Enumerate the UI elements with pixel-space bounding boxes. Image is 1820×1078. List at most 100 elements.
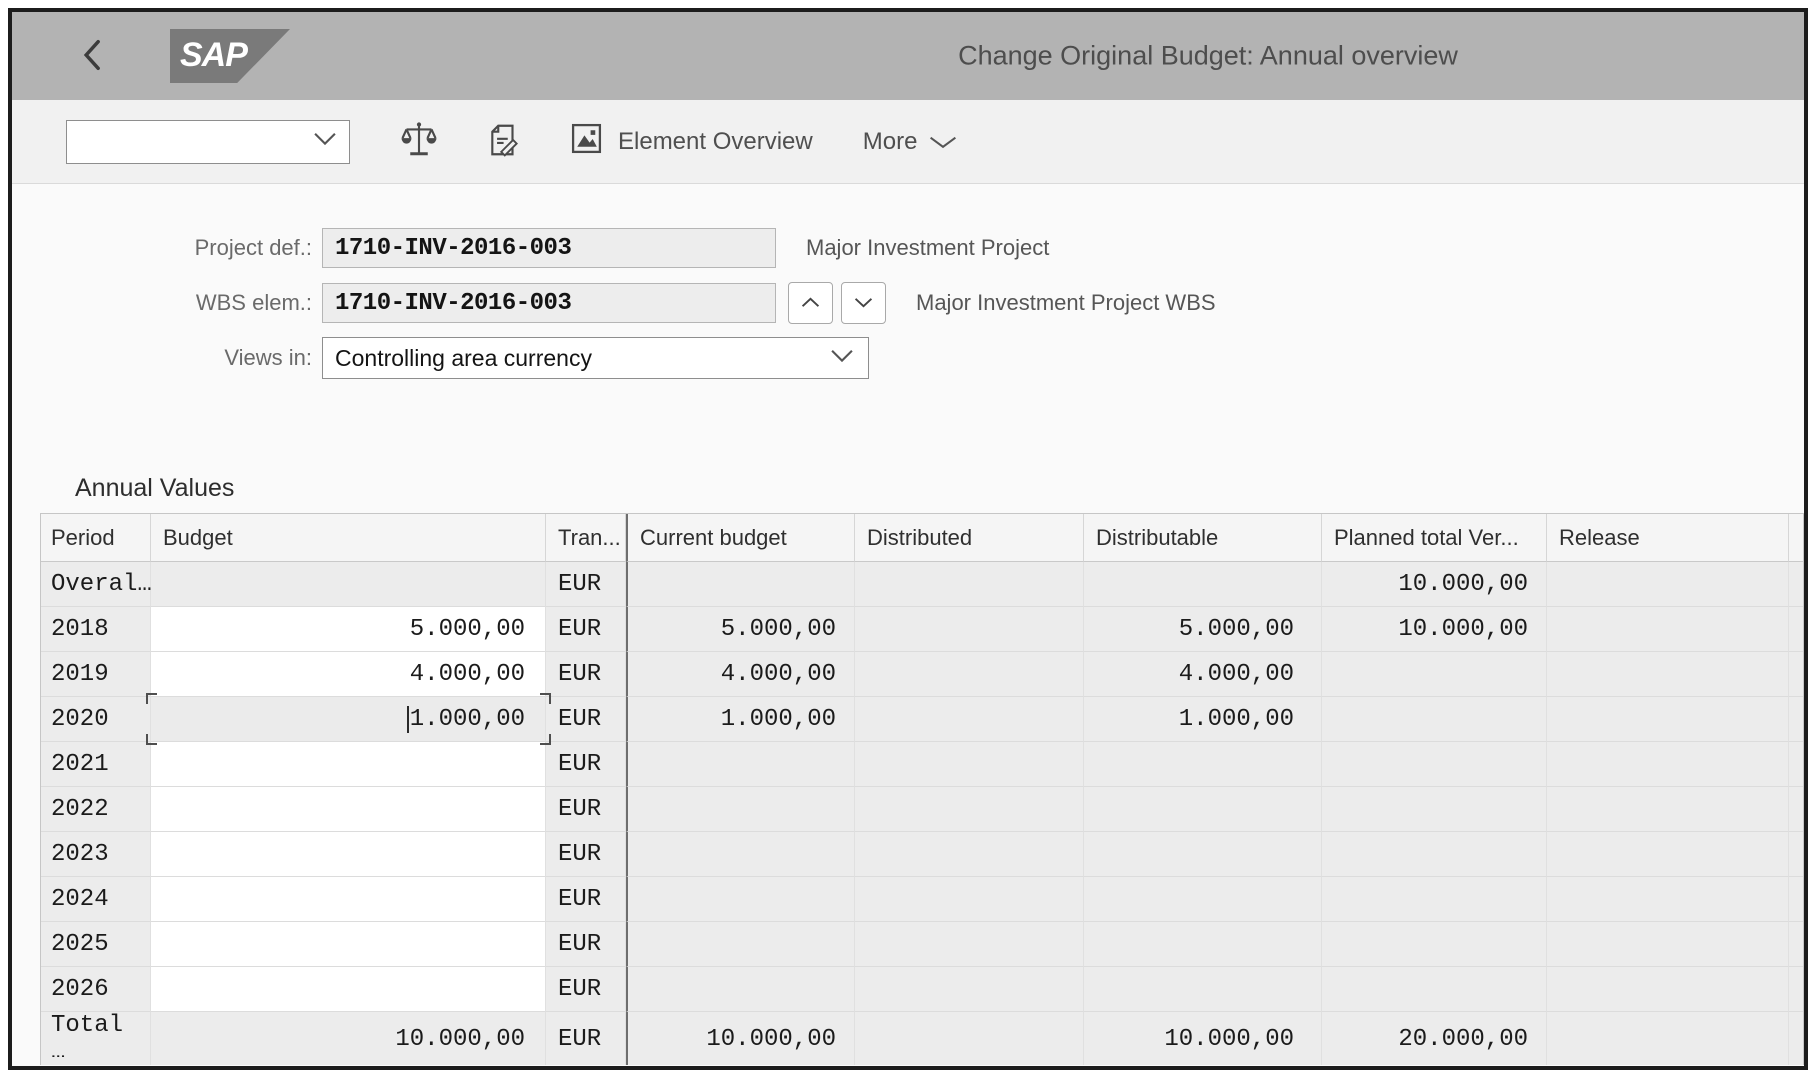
currency-cell: EUR [546, 652, 626, 697]
project-def-field[interactable]: 1710-INV-2016-003 [322, 228, 776, 268]
distributable-cell [1084, 562, 1322, 607]
period-cell[interactable]: 2024 [41, 877, 151, 922]
page-title: Change Original Budget: Annual overview [958, 41, 1458, 72]
column-header-distributed[interactable]: Distributed [855, 514, 1084, 562]
back-button[interactable] [74, 37, 108, 75]
budget-input [151, 832, 545, 876]
budget-cell[interactable]: 5.000,00 [151, 607, 546, 652]
table-row: 2024 EUR [41, 877, 1803, 922]
chevron-down-icon [830, 349, 854, 368]
release-cell [1547, 832, 1789, 877]
release-cell [1547, 967, 1789, 1012]
budget-cell[interactable]: 4.000,00 [151, 652, 546, 697]
element-overview-button[interactable]: Element Overview [570, 122, 813, 162]
more-menu-button[interactable]: More [863, 128, 958, 156]
table-row: 2020 1.000,00 EUR 1.000,00 1.000,00 [41, 697, 1803, 742]
document-edit-icon [484, 121, 522, 162]
project-def-value: 1710-INV-2016-003 [335, 235, 571, 262]
wbs-elem-description: Major Investment Project WBS [916, 290, 1216, 316]
current-budget-cell [626, 742, 855, 787]
table-row: Total … 10.000,00 EUR 10.000,00 10.000,0… [41, 1012, 1803, 1057]
distributed-cell [855, 1057, 1084, 1065]
distributed-cell [855, 832, 1084, 877]
table-row: 2023 EUR [41, 832, 1803, 877]
period-cell[interactable]: 2020 [41, 697, 151, 742]
wbs-elem-field[interactable]: 1710-INV-2016-003 [322, 283, 776, 323]
currency-cell: EUR [546, 607, 626, 652]
distributable-cell [1084, 832, 1322, 877]
text-caret [407, 706, 409, 733]
column-header-release[interactable]: Release [1547, 514, 1789, 562]
filler-cell [1789, 877, 1803, 922]
column-header-current-budget[interactable]: Current budget [626, 514, 855, 562]
command-combobox[interactable] [66, 120, 350, 164]
budget-cell[interactable]: 1.000,00 [151, 697, 546, 742]
budget-cell[interactable] [151, 967, 546, 1012]
distributable-cell [1084, 877, 1322, 922]
distributable-cell [1084, 967, 1322, 1012]
period-cell[interactable]: 2018 [41, 607, 151, 652]
current-budget-cell [626, 787, 855, 832]
wbs-elem-label: WBS elem.: [40, 290, 322, 316]
budget-cell [151, 1057, 546, 1065]
budget-cell[interactable] [151, 922, 546, 967]
column-header-budget[interactable]: Budget [151, 514, 546, 562]
wbs-next-button[interactable] [841, 282, 886, 324]
period-cell[interactable]: 2019 [41, 652, 151, 697]
display-change-button[interactable] [480, 119, 526, 165]
budget-input [151, 562, 545, 606]
chevron-left-icon [82, 59, 101, 74]
column-header-distributable[interactable]: Distributable [1084, 514, 1322, 562]
distributable-cell: 5.000,00 [1084, 607, 1322, 652]
currency-cell: EUR [546, 922, 626, 967]
currency-cell: EUR [546, 877, 626, 922]
current-budget-cell: 4.000,00 [626, 652, 855, 697]
period-cell[interactable]: Overal… [41, 562, 151, 607]
more-label: More [863, 128, 918, 156]
distributable-cell [1084, 922, 1322, 967]
column-header-transaction[interactable]: Tran... [546, 514, 626, 562]
budget-input [151, 742, 545, 786]
period-cell[interactable]: 2021 [41, 742, 151, 787]
period-cell[interactable]: 2022 [41, 787, 151, 832]
budget-cell[interactable] [151, 832, 546, 877]
views-in-row: Views in: Controlling area currency [40, 338, 1804, 378]
distributed-cell [855, 922, 1084, 967]
views-in-label: Views in: [40, 345, 322, 371]
table-row: 2019 4.000,00 EUR 4.000,00 4.000,00 [41, 652, 1803, 697]
wbs-previous-button[interactable] [788, 282, 833, 324]
column-header-filler [1789, 514, 1803, 562]
distributed-cell [855, 787, 1084, 832]
budget-cell[interactable] [151, 877, 546, 922]
planned-total-cell: 10.000,00 [1322, 607, 1547, 652]
framed-image-icon [570, 122, 603, 162]
views-in-dropdown[interactable]: Controlling area currency [322, 337, 869, 379]
budget-cell[interactable] [151, 787, 546, 832]
table-row: Overal… EUR 10.000,00 [41, 562, 1803, 607]
screen-body: Project def.: 1710-INV-2016-003 Major In… [12, 228, 1804, 1065]
period-cell[interactable]: 2026 [41, 967, 151, 1012]
budget-input [151, 787, 545, 831]
distributed-cell [855, 742, 1084, 787]
currency-cell: EUR [546, 787, 626, 832]
table-body: Overal… EUR 10.000,00 2018 5.000,00 EUR … [41, 562, 1803, 1065]
currency-cell: EUR [546, 742, 626, 787]
column-header-period[interactable]: Period [41, 514, 151, 562]
period-cell[interactable]: 2025 [41, 922, 151, 967]
period-cell[interactable] [41, 1057, 151, 1065]
column-header-planned-total[interactable]: Planned total Ver... [1322, 514, 1547, 562]
check-button[interactable] [396, 119, 442, 165]
annual-values-table: Period Budget Tran... Current budget Dis… [40, 513, 1804, 1065]
filler-cell [1789, 607, 1803, 652]
release-cell [1547, 922, 1789, 967]
distributed-cell [855, 652, 1084, 697]
budget-cell[interactable] [151, 742, 546, 787]
project-def-label: Project def.: [40, 235, 322, 261]
budget-cell [151, 562, 546, 607]
release-cell [1547, 562, 1789, 607]
chevron-down-icon [313, 132, 337, 151]
table-row: 2026 EUR [41, 967, 1803, 1012]
period-cell[interactable]: 2023 [41, 832, 151, 877]
toolbar: Element Overview More [12, 100, 1804, 184]
titlebar: SAP Change Original Budget: Annual overv… [12, 12, 1804, 100]
